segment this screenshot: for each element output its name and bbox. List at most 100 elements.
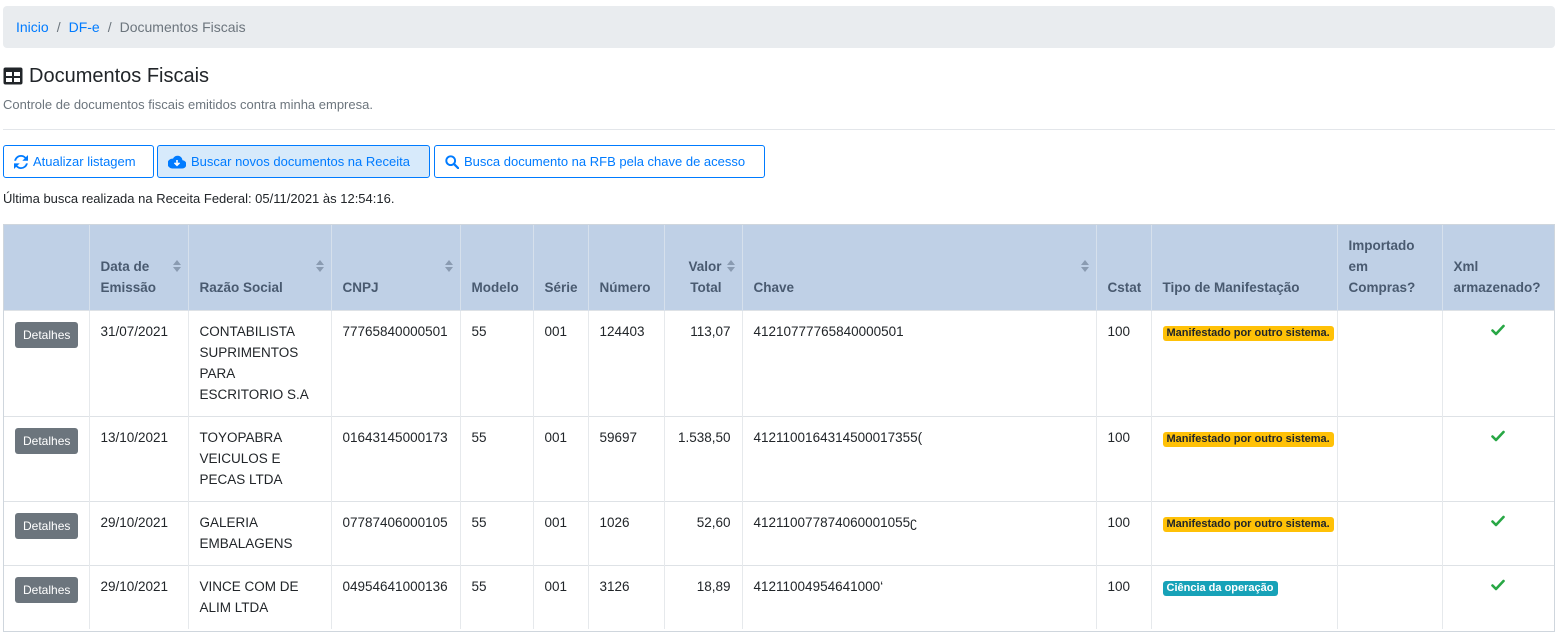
cell-importado xyxy=(1337,309,1443,416)
header-razao[interactable]: Razão Social xyxy=(188,225,332,310)
search-by-key-button[interactable]: Busca documento na RFB pela chave de ace… xyxy=(434,145,765,178)
cell-razao: VINCE COM DE ALIM LTDA xyxy=(188,564,332,629)
cell-razao: TOYOPABRA VEICULOS E PECAS LTDA xyxy=(188,415,332,501)
cell-serie: 001 xyxy=(533,309,589,416)
breadcrumb-link-dfe[interactable]: DF-e xyxy=(69,19,100,35)
header-xml: Xml armazenado? xyxy=(1442,225,1554,310)
cell-valor: 52,60 xyxy=(664,500,743,565)
cell-razao: GALERIA EMBALAGENS xyxy=(188,500,332,565)
breadcrumb-separator: / xyxy=(56,19,61,35)
cell-numero: 124403 xyxy=(588,309,665,416)
sort-icon xyxy=(172,260,181,272)
sort-icon xyxy=(1080,260,1089,272)
details-button[interactable]: Detalhes xyxy=(15,512,79,539)
cell-date: 31/07/2021 xyxy=(89,309,189,416)
cell-modelo: 55 xyxy=(460,500,534,565)
breadcrumb-current: Documentos Fiscais xyxy=(119,19,246,35)
sort-icon xyxy=(444,260,453,272)
header-valor[interactable]: Valor Total xyxy=(664,225,743,310)
details-button[interactable]: Detalhes xyxy=(15,427,79,454)
cell-cnpj: 04954641000136 xyxy=(331,564,461,629)
header-date[interactable]: Data de Emissão xyxy=(89,225,189,310)
cell-serie: 001 xyxy=(533,415,589,501)
header-chave[interactable]: Chave xyxy=(742,225,1097,310)
cell-cnpj: 01643145000173 xyxy=(331,415,461,501)
header-numero: Número xyxy=(588,225,665,310)
cell-cnpj: 77765840000501 xyxy=(331,309,461,416)
header-cnpj[interactable]: CNPJ xyxy=(331,225,461,310)
header-date-label: Data de Emissão xyxy=(100,258,157,295)
breadcrumb-separator: / xyxy=(107,19,112,35)
page-title: Documentos Fiscais xyxy=(3,62,209,90)
cell-serie: 001 xyxy=(533,500,589,565)
header-valor-label: Valor Total xyxy=(688,258,722,295)
status-badge: Ciência da operação xyxy=(1162,580,1278,596)
cell-cstat: 100 xyxy=(1096,500,1152,565)
status-badge: Manifestado por outro sistema. xyxy=(1162,516,1334,532)
cell-modelo: 55 xyxy=(460,415,534,501)
refresh-icon xyxy=(14,154,28,169)
cell-valor: 18,89 xyxy=(664,564,743,629)
breadcrumb-link-inicio[interactable]: Inicio xyxy=(16,19,49,35)
header-tipo: Tipo de Manifestação xyxy=(1151,225,1338,310)
cell-modelo: 55 xyxy=(460,309,534,416)
cell-valor: 1.538,50 xyxy=(664,415,743,501)
table-header-row: Data de Emissão Razão Social CNPJ Modelo… xyxy=(4,225,1554,310)
page-title-text: Documentos Fiscais xyxy=(29,64,210,87)
cell-serie: 001 xyxy=(533,564,589,629)
header-importado: Importado em Compras? xyxy=(1337,225,1443,310)
refresh-button[interactable]: Atualizar listagem xyxy=(3,145,154,178)
cell-modelo: 55 xyxy=(460,564,534,629)
header-razao-label: Razão Social xyxy=(199,279,283,295)
cell-date: 13/10/2021 xyxy=(89,415,189,501)
check-icon xyxy=(1491,430,1505,441)
cell-valor: 113,07 xyxy=(664,309,743,416)
table-row: Detalhes 13/10/2021 TOYOPABRA VEICULOS E… xyxy=(4,415,1554,501)
cell-numero: 59697 xyxy=(588,415,665,501)
cell-cnpj: 07787406000105 xyxy=(331,500,461,565)
sort-icon xyxy=(726,260,735,272)
details-button[interactable]: Detalhes xyxy=(15,321,79,348)
header-cnpj-label: CNPJ xyxy=(342,279,379,295)
header-cstat: Cstat xyxy=(1096,225,1152,310)
cell-chave: 412110077874060001055ʗ xyxy=(742,500,1097,565)
status-badge: Manifestado por outro sistema. xyxy=(1162,431,1334,447)
header-serie: Série xyxy=(533,225,589,310)
cell-date: 29/10/2021 xyxy=(89,564,189,629)
fetch-documents-button-label: Buscar novos documentos na Receita xyxy=(191,154,410,169)
cell-date: 29/10/2021 xyxy=(89,500,189,565)
cloud-download-icon xyxy=(168,155,186,169)
cell-cstat: 100 xyxy=(1096,309,1152,416)
table-row: Detalhes 29/10/2021 GALERIA EMBALAGENS 0… xyxy=(4,500,1554,565)
cell-chave: 41210777765840000501 xyxy=(742,309,1097,416)
divider xyxy=(3,129,1555,130)
cell-cstat: 100 xyxy=(1096,564,1152,629)
table-row: Detalhes 29/10/2021 VINCE COM DE ALIM LT… xyxy=(4,564,1554,629)
details-button[interactable]: Detalhes xyxy=(15,576,79,603)
refresh-button-label: Atualizar listagem xyxy=(33,154,136,169)
sort-icon xyxy=(315,260,324,272)
breadcrumb: Inicio / DF-e / Documentos Fiscais xyxy=(3,6,1555,48)
header-actions xyxy=(4,225,90,310)
cell-razao: CONTABILISTA SUPRIMENTOS PARA ESCRITORIO… xyxy=(188,309,332,416)
last-search-status: Última busca realizada na Receita Federa… xyxy=(3,191,395,206)
status-badge: Manifestado por outro sistema. xyxy=(1162,325,1334,341)
search-icon xyxy=(445,154,459,169)
cell-numero: 1026 xyxy=(588,500,665,565)
header-modelo: Modelo xyxy=(460,225,534,310)
cell-numero: 3126 xyxy=(588,564,665,629)
page-subtitle: Controle de documentos fiscais emitidos … xyxy=(3,97,373,112)
table-row: Detalhes 31/07/2021 CONTABILISTA SUPRIME… xyxy=(4,309,1554,416)
cell-importado xyxy=(1337,564,1443,629)
cell-chave: 4121100164314500017355( xyxy=(742,415,1097,501)
search-by-key-button-label: Busca documento na RFB pela chave de ace… xyxy=(464,154,746,169)
cell-importado xyxy=(1337,500,1443,565)
documents-table: Data de Emissão Razão Social CNPJ Modelo… xyxy=(3,224,1555,632)
check-icon xyxy=(1491,579,1505,590)
cell-cstat: 100 xyxy=(1096,415,1152,501)
header-chave-label: Chave xyxy=(753,279,795,295)
table-icon xyxy=(3,67,23,85)
cell-importado xyxy=(1337,415,1443,501)
fetch-documents-button[interactable]: Buscar novos documentos na Receita xyxy=(157,145,430,178)
cell-chave: 41211004954641000‘ xyxy=(742,564,1097,629)
